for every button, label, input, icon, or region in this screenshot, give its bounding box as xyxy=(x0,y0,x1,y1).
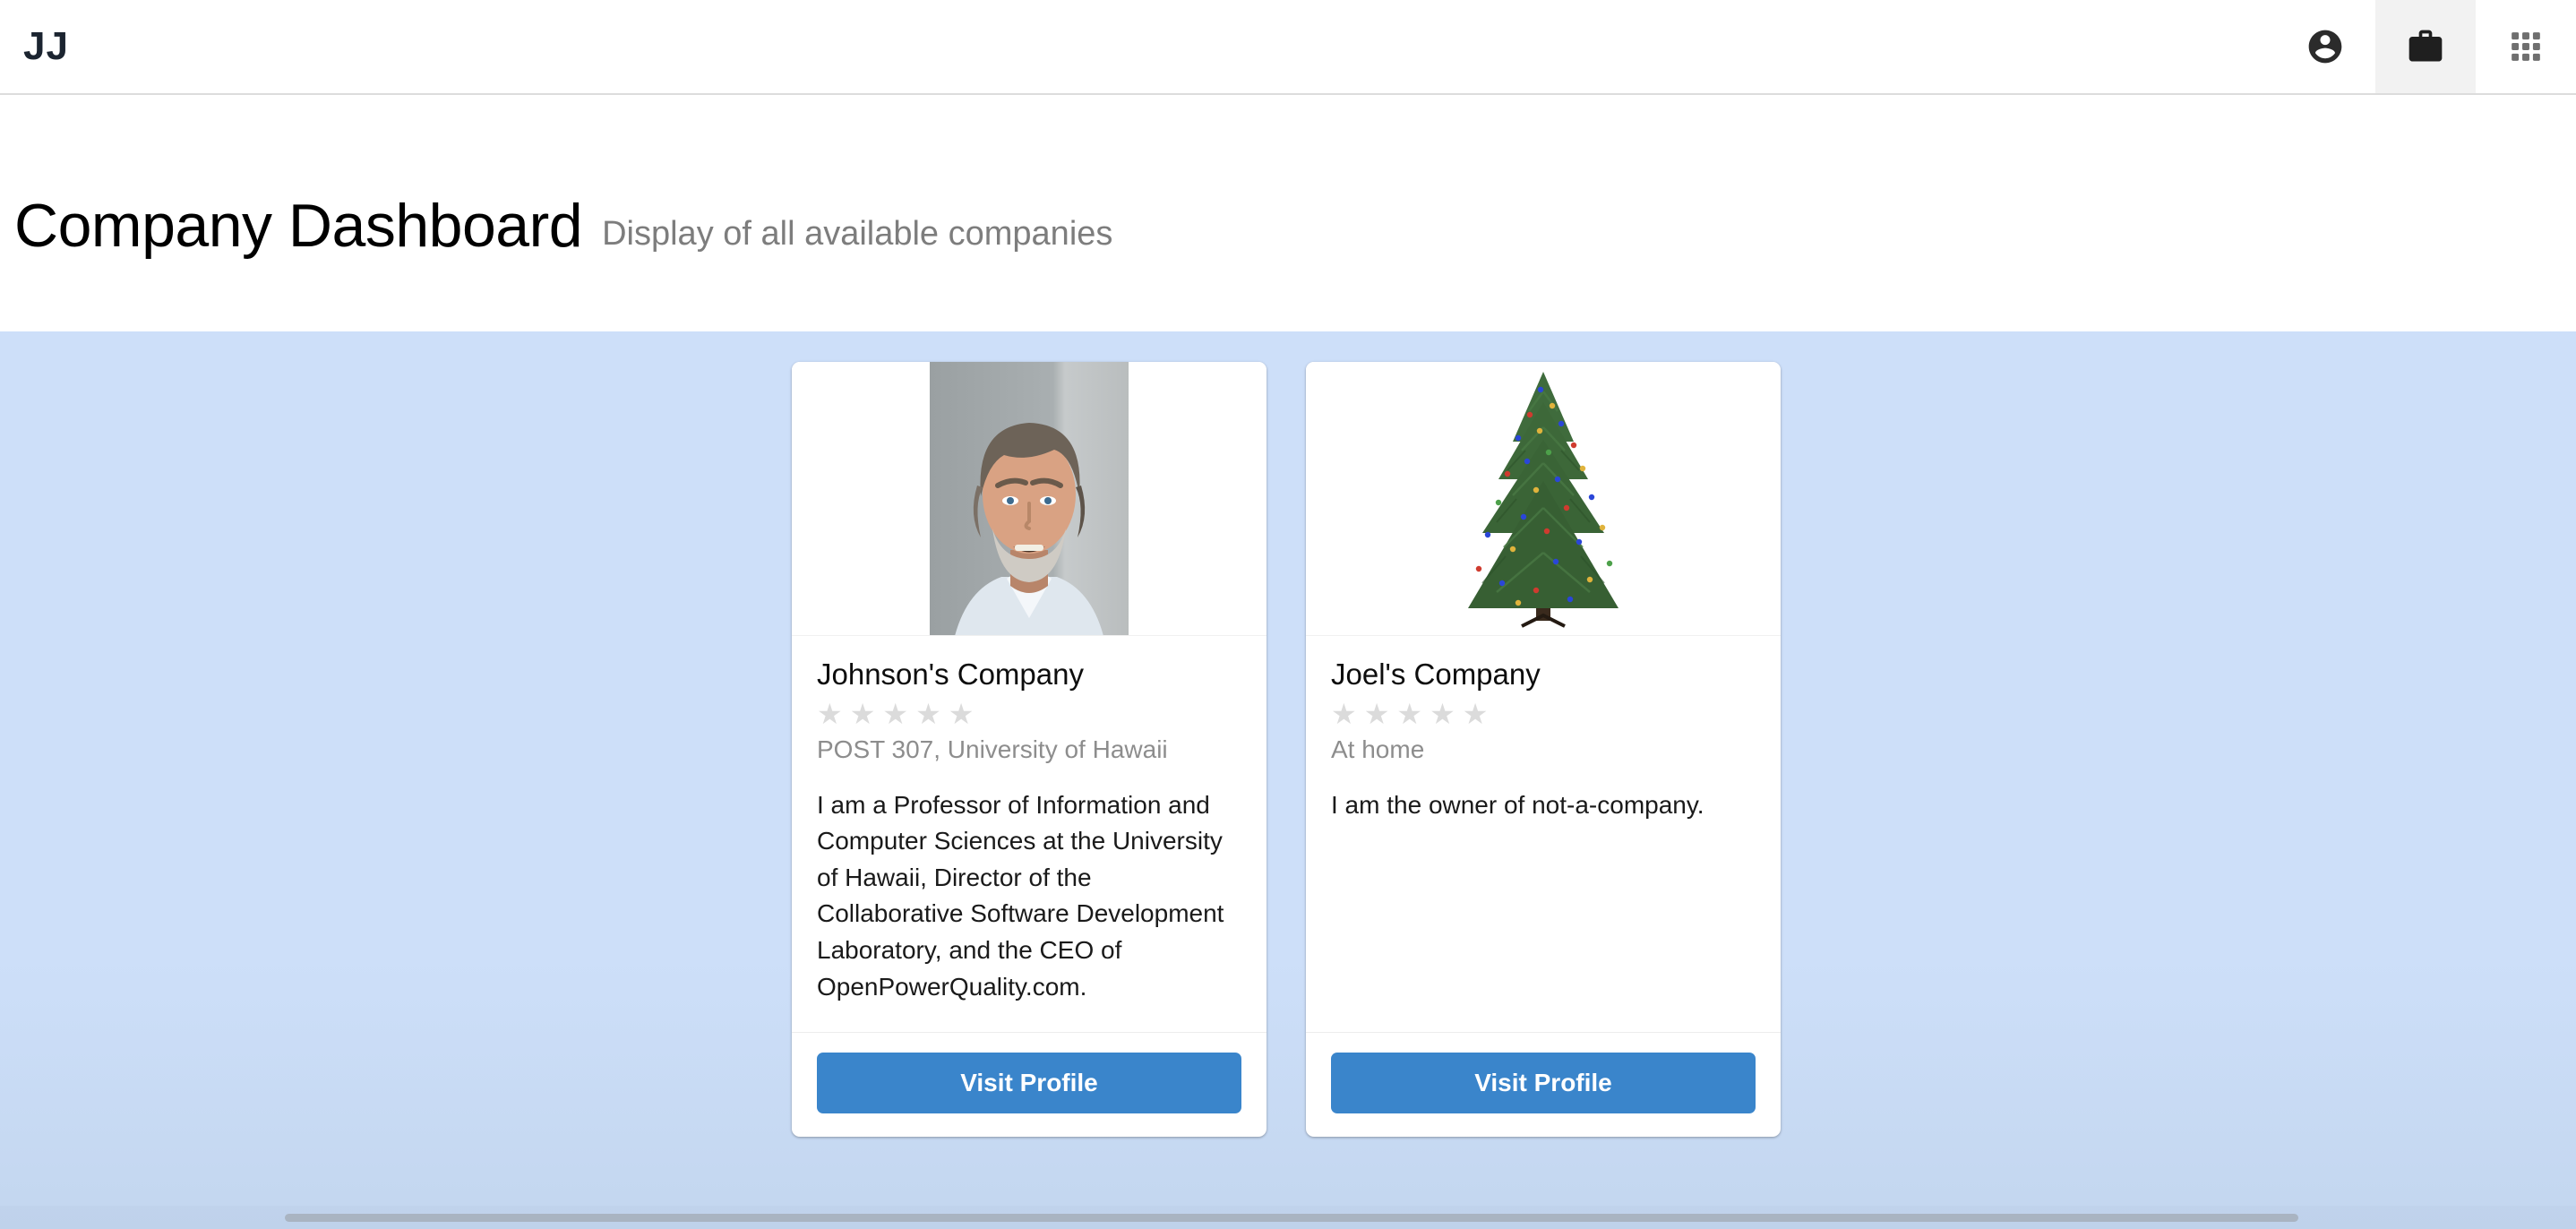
company-description: I am a Professor of Information and Comp… xyxy=(817,790,1224,1001)
page-header: Company Dashboard Display of all availab… xyxy=(0,95,2576,331)
top-navbar: JJ xyxy=(0,0,2576,95)
company-location: POST 307, University of Hawaii xyxy=(817,735,1168,763)
star-icon[interactable]: ★ xyxy=(882,700,908,728)
star-icon[interactable]: ★ xyxy=(817,700,843,728)
horizontal-scrollbar[interactable] xyxy=(0,1206,2576,1229)
company-card-body: Johnson's Company ★ ★ ★ ★ ★ POST 307, Un… xyxy=(792,636,1267,1032)
visit-profile-button[interactable]: Visit Profile xyxy=(1331,1053,1756,1114)
company-title: Joel's Company xyxy=(1331,657,1541,691)
nav-apps-button[interactable] xyxy=(2476,0,2576,93)
rating-stars[interactable]: ★ ★ ★ ★ ★ xyxy=(817,700,1241,728)
company-title: Johnson's Company xyxy=(817,657,1084,691)
navbar-actions xyxy=(2275,0,2576,93)
nav-companies-button[interactable] xyxy=(2375,0,2476,93)
company-card-footer: Visit Profile xyxy=(792,1032,1267,1137)
navbar-spacer xyxy=(69,0,2275,93)
company-description: I am the owner of not-a-company. xyxy=(1331,790,1704,819)
portrait-photo-illustration xyxy=(930,362,1129,635)
nav-account-button[interactable] xyxy=(2275,0,2375,93)
star-icon[interactable]: ★ xyxy=(1430,700,1455,728)
apps-grid-icon xyxy=(2509,30,2543,64)
star-icon[interactable]: ★ xyxy=(1463,700,1489,728)
star-icon[interactable]: ★ xyxy=(1364,700,1390,728)
company-card-body: Joel's Company ★ ★ ★ ★ ★ At home I am th… xyxy=(1306,636,1781,1032)
company-image xyxy=(792,362,1267,636)
rating-stars[interactable]: ★ ★ ★ ★ ★ xyxy=(1331,700,1756,728)
company-image xyxy=(1306,362,1781,636)
star-icon[interactable]: ★ xyxy=(915,700,941,728)
star-icon[interactable]: ★ xyxy=(949,700,975,728)
star-icon[interactable]: ★ xyxy=(850,700,876,728)
company-location: At home xyxy=(1331,735,1425,763)
briefcase-icon xyxy=(2406,27,2445,66)
dashboard-canvas: Johnson's Company ★ ★ ★ ★ ★ POST 307, Un… xyxy=(0,331,2576,1229)
company-card[interactable]: Johnson's Company ★ ★ ★ ★ ★ POST 307, Un… xyxy=(792,362,1267,1138)
account-circle-icon xyxy=(2306,27,2345,66)
visit-profile-button[interactable]: Visit Profile xyxy=(817,1053,1241,1114)
page-subtitle: Display of all available companies xyxy=(602,215,1113,253)
company-card-footer: Visit Profile xyxy=(1306,1032,1781,1137)
brand-logo[interactable]: JJ xyxy=(0,0,69,93)
company-card-list: Johnson's Company ★ ★ ★ ★ ★ POST 307, Un… xyxy=(792,362,1781,1138)
star-icon[interactable]: ★ xyxy=(1396,700,1422,728)
star-icon[interactable]: ★ xyxy=(1331,700,1357,728)
christmas-tree-illustration xyxy=(1468,371,1619,628)
company-card[interactable]: Joel's Company ★ ★ ★ ★ ★ At home I am th… xyxy=(1306,362,1781,1138)
page-title: Company Dashboard xyxy=(14,192,583,260)
horizontal-scrollbar-thumb[interactable] xyxy=(285,1214,2298,1222)
